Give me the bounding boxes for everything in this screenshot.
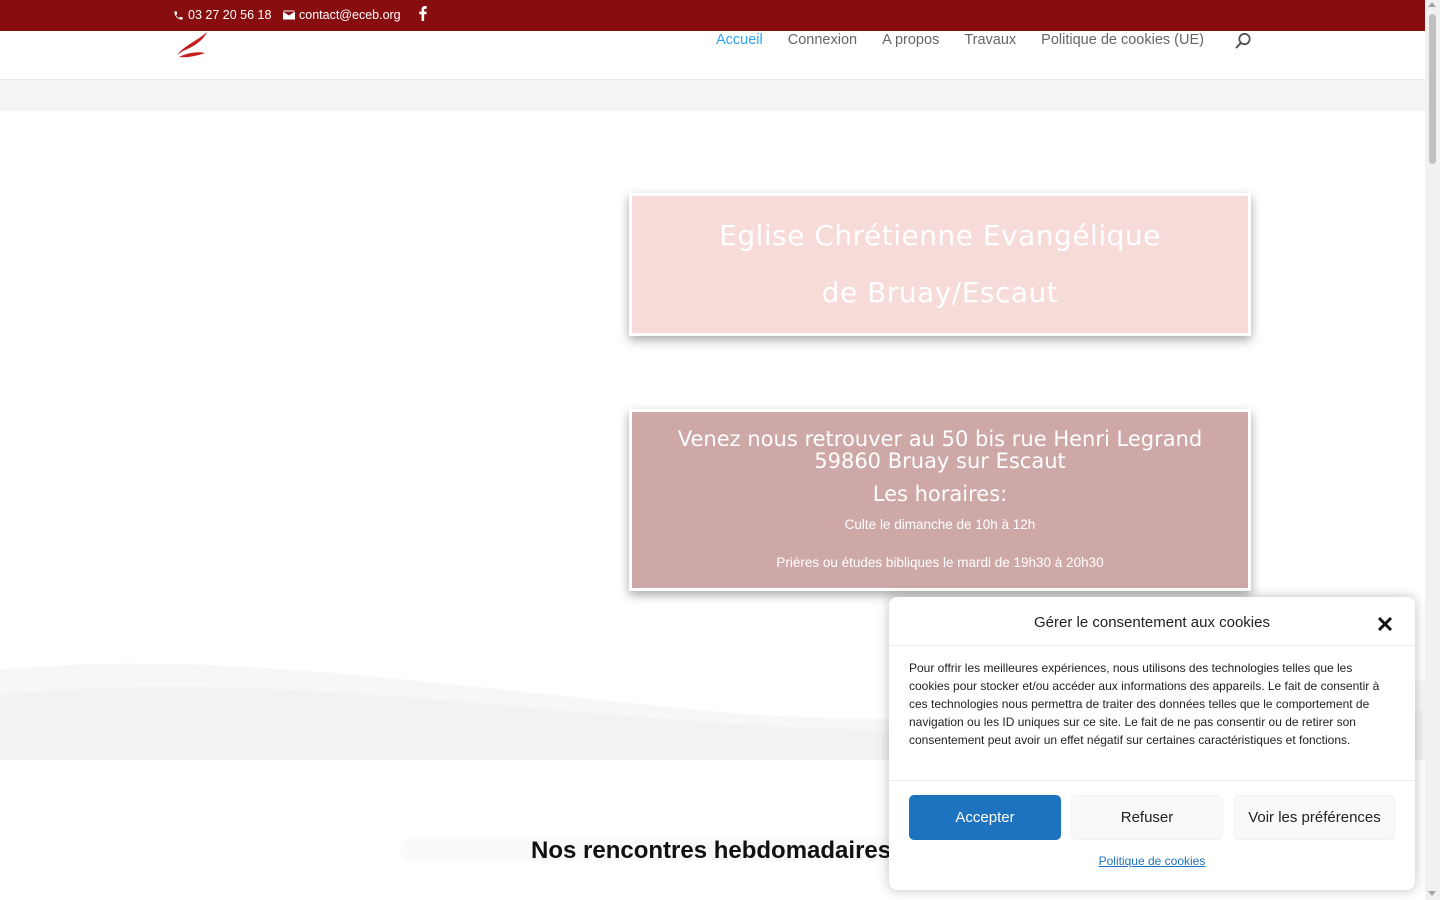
preferences-button[interactable]: Voir les préférences bbox=[1234, 795, 1395, 840]
phone-icon bbox=[174, 10, 183, 20]
logo-icon[interactable] bbox=[175, 31, 209, 59]
cookie-title: Gérer le consentement aux cookies bbox=[1034, 614, 1270, 631]
hours-title: Les horaires: bbox=[872, 482, 1008, 506]
phone-text: 03 27 20 56 18 bbox=[188, 8, 272, 22]
scroll-down-icon[interactable] bbox=[1428, 891, 1436, 896]
search-icon[interactable] bbox=[1234, 32, 1252, 50]
main-nav: Accueil Connexion A propos Travaux Polit… bbox=[716, 31, 1229, 51]
scroll-up-icon[interactable] bbox=[1428, 2, 1436, 7]
email-link[interactable]: contact@eceb.org bbox=[283, 8, 401, 22]
church-title-line2: de Bruay/Escaut bbox=[821, 276, 1059, 309]
deny-button[interactable]: Refuser bbox=[1071, 795, 1223, 840]
address-line1: Venez nous retrouver au 50 bis rue Henri… bbox=[677, 427, 1203, 451]
nav-accueil[interactable]: Accueil bbox=[716, 31, 763, 51]
accept-button[interactable]: Accepter bbox=[909, 795, 1061, 840]
close-icon[interactable] bbox=[1376, 615, 1394, 633]
site-header: Accueil Connexion A propos Travaux Polit… bbox=[0, 31, 1425, 80]
envelope-icon bbox=[283, 10, 295, 20]
page-scrollbar[interactable] bbox=[1425, 0, 1440, 900]
email-text: contact@eceb.org bbox=[299, 8, 401, 22]
nav-connexion[interactable]: Connexion bbox=[788, 31, 857, 51]
nav-a-propos[interactable]: A propos bbox=[882, 31, 939, 51]
cookie-message: Pour offrir les meilleures expériences, … bbox=[909, 661, 1380, 747]
top-bar: 03 27 20 56 18 contact@eceb.org bbox=[0, 0, 1425, 31]
nav-travaux[interactable]: Travaux bbox=[964, 31, 1016, 51]
section-title: Nos rencontres hebdomadaires bbox=[531, 837, 892, 864]
cookie-divider-top bbox=[889, 645, 1415, 646]
hours-tuesday: Prières ou études bibliques le mardi de … bbox=[776, 555, 1104, 570]
cookie-policy-link[interactable]: Politique de cookies bbox=[889, 854, 1415, 868]
phone-link[interactable]: 03 27 20 56 18 bbox=[173, 8, 271, 22]
address-hours-card: Venez nous retrouver au 50 bis rue Henri… bbox=[629, 409, 1251, 591]
hours-sunday: Culte le dimanche de 10h à 12h bbox=[844, 517, 1036, 532]
address-block: Venez nous retrouver au 50 bis rue Henri… bbox=[632, 428, 1248, 472]
address-line2: 59860 Bruay sur Escaut bbox=[814, 449, 1066, 473]
scroll-thumb[interactable] bbox=[1429, 14, 1436, 164]
church-title-line1: Eglise Chrétienne Evangélique bbox=[719, 219, 1161, 252]
cookie-consent-modal: Gérer le consentement aux cookies Pour o… bbox=[889, 597, 1415, 890]
facebook-link[interactable] bbox=[419, 6, 427, 21]
cookie-divider-bottom bbox=[889, 780, 1415, 781]
church-title-card: Eglise Chrétienne Evangélique de Bruay/E… bbox=[629, 193, 1251, 336]
header-gray-band bbox=[0, 80, 1425, 111]
facebook-icon bbox=[419, 6, 427, 21]
nav-politique-cookies[interactable]: Politique de cookies (UE) bbox=[1041, 31, 1204, 51]
